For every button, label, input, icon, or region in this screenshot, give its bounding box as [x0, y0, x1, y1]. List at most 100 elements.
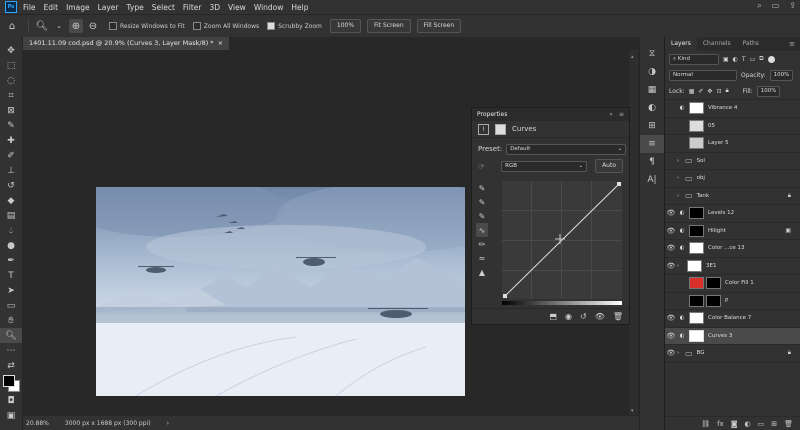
zoom-out-icon[interactable]: ⊖: [86, 19, 100, 33]
curve-point-icon[interactable]: ∿: [476, 223, 488, 237]
healing-brush-icon[interactable]: ✚: [0, 133, 22, 148]
filter-smart-icon[interactable]: ⧉: [759, 55, 763, 63]
menu-filter[interactable]: Filter: [183, 3, 202, 12]
tab-paths[interactable]: Paths: [737, 37, 765, 51]
adjustments-icon[interactable]: ◐: [640, 99, 664, 117]
clip-to-layer-icon[interactable]: ⬒: [549, 312, 557, 321]
zoom-tool-icon[interactable]: 🔍︎: [0, 328, 22, 343]
lock-artboard-icon[interactable]: ⊡: [716, 88, 721, 95]
blend-mode-select[interactable]: Normal: [669, 69, 737, 81]
edit-toolbar-icon[interactable]: ⇄: [0, 358, 22, 373]
preset-select[interactable]: Default ⌄: [506, 143, 627, 155]
screen-mode-icon[interactable]: ▣: [0, 408, 22, 423]
menu-file[interactable]: File: [23, 3, 36, 12]
menu-edit[interactable]: Edit: [44, 3, 59, 12]
visibility-eye-icon[interactable]: 👁︎: [595, 312, 605, 321]
reset-icon[interactable]: ↺: [580, 312, 587, 321]
layer-row-bg[interactable]: 👁︎ › ▭ BG 🔒︎: [665, 345, 800, 363]
layer-row-3e1[interactable]: 👁︎ › 3E1: [665, 258, 800, 275]
zoom-tool-icon[interactable]: 🔍︎: [35, 19, 49, 33]
visibility-eye-icon[interactable]: 👁︎: [665, 332, 677, 340]
more-tools-icon[interactable]: ⋯: [0, 343, 22, 358]
shape-tool-icon[interactable]: ▭: [0, 298, 22, 313]
visibility-eye-icon[interactable]: 👁︎: [665, 209, 677, 217]
properties-header[interactable]: Properties » ≡: [472, 108, 629, 121]
menu-layer[interactable]: Layer: [98, 3, 119, 12]
document-image[interactable]: [96, 187, 465, 396]
menu-image[interactable]: Image: [66, 3, 90, 12]
auto-button[interactable]: Auto: [595, 159, 623, 173]
new-layer-icon[interactable]: ⊞: [771, 420, 777, 428]
blur-tool-icon[interactable]: 💧︎: [0, 223, 22, 238]
scroll-down-icon[interactable]: ▾: [631, 408, 636, 414]
gray-point-eyedropper-icon[interactable]: ✎: [476, 195, 488, 209]
fill-input[interactable]: 100%: [756, 85, 781, 97]
color-swatches[interactable]: [0, 373, 22, 393]
visibility-eye-icon[interactable]: 👁︎: [665, 262, 677, 270]
foreground-color-swatch[interactable]: [3, 375, 15, 387]
new-group-icon[interactable]: ▭: [758, 420, 765, 428]
layer-row-p[interactable]: P: [665, 293, 800, 310]
layer-row-obj[interactable]: › ▭ obj: [665, 170, 800, 188]
trash-icon[interactable]: 🗑︎: [613, 312, 623, 321]
menu-select[interactable]: Select: [152, 3, 175, 12]
mask-icon[interactable]: [495, 123, 506, 135]
zoom-100-button[interactable]: 100%: [329, 19, 362, 33]
share-icon[interactable]: ⇪: [789, 1, 796, 11]
menu-view[interactable]: View: [228, 3, 246, 12]
layer-row-vibrance-4[interactable]: ◐ Vibrance 4: [665, 100, 800, 118]
chevron-right-icon[interactable]: ›: [677, 158, 685, 164]
layer-row-color-balance-13[interactable]: 👁︎ ◐ Color ...ce 13: [665, 240, 800, 258]
black-point-eyedropper-icon[interactable]: ✎: [476, 181, 488, 195]
visibility-eye-icon[interactable]: 👁︎: [665, 349, 677, 357]
crop-tool-icon[interactable]: ⌗: [0, 88, 22, 103]
zoom-all-windows-checkbox[interactable]: Zoom All Windows: [192, 22, 259, 30]
menu-help[interactable]: Help: [291, 3, 308, 12]
tab-layers[interactable]: Layers: [665, 37, 697, 51]
marquee-tool-icon[interactable]: ⬚: [0, 58, 22, 73]
filter-type-icon[interactable]: T: [742, 56, 746, 63]
fit-screen-button[interactable]: Fit Screen: [367, 19, 411, 33]
targeted-adjustment-icon[interactable]: ☞: [478, 162, 485, 171]
paragraph-icon[interactable]: ¶: [640, 153, 664, 171]
menu-type[interactable]: Type: [127, 3, 144, 12]
menu-window[interactable]: Window: [254, 3, 284, 12]
curves-adjustment-icon[interactable]: ⌇: [478, 123, 489, 135]
layer-row-curves-3[interactable]: 👁︎ ◐ Curves 3: [665, 327, 800, 345]
filter-adjustment-icon[interactable]: ◐: [733, 56, 738, 63]
filter-toggle-icon[interactable]: [767, 55, 775, 63]
lock-move-icon[interactable]: ✥: [707, 88, 712, 95]
layer-row-05[interactable]: 05: [665, 118, 800, 135]
stamp-tool-icon[interactable]: ⊥: [0, 163, 22, 178]
search-icon[interactable]: ⌕: [757, 1, 761, 11]
pen-tool-icon[interactable]: ✒: [0, 253, 22, 268]
add-mask-icon[interactable]: ◙: [731, 420, 738, 428]
color-icon[interactable]: ◑: [640, 63, 664, 81]
eyedropper-tool-icon[interactable]: ✎: [0, 118, 22, 133]
fill-screen-button[interactable]: Fill Screen: [416, 19, 462, 33]
lock-paint-icon[interactable]: ✐: [698, 88, 703, 95]
panel-menu-icon[interactable]: ≡: [619, 111, 624, 118]
panel-menu-icon[interactable]: ≡: [789, 40, 795, 48]
gradient-tool-icon[interactable]: ▤: [0, 208, 22, 223]
filter-kind-select[interactable]: ⌕ Kind: [669, 53, 719, 65]
clipping-warning-icon[interactable]: ▲: [476, 265, 488, 279]
chevron-right-icon[interactable]: ›: [677, 193, 685, 199]
close-icon[interactable]: ×: [218, 37, 223, 50]
new-adjustment-icon[interactable]: ◐: [745, 420, 751, 428]
filter-pixel-icon[interactable]: ▣: [723, 56, 729, 63]
layer-style-icon[interactable]: fx: [717, 420, 724, 428]
zoom-in-icon[interactable]: ⊕: [69, 19, 83, 33]
opacity-input[interactable]: 100%: [769, 69, 794, 81]
move-tool-icon[interactable]: ✥: [0, 43, 22, 58]
pencil-icon[interactable]: ✏: [476, 237, 488, 251]
path-selection-icon[interactable]: ➤: [0, 283, 22, 298]
layer-row-sol[interactable]: › ▭ Sol: [665, 153, 800, 170]
home-icon[interactable]: ⌂: [5, 19, 19, 33]
visibility-eye-icon[interactable]: 👁︎: [665, 314, 677, 322]
trash-icon[interactable]: 🗑︎: [784, 420, 793, 428]
smooth-icon[interactable]: ≈: [476, 251, 488, 265]
visibility-eye-icon[interactable]: 👁︎: [665, 244, 677, 252]
chevron-right-icon[interactable]: ›: [677, 350, 685, 356]
visibility-eye-icon[interactable]: 👁︎: [665, 227, 677, 235]
